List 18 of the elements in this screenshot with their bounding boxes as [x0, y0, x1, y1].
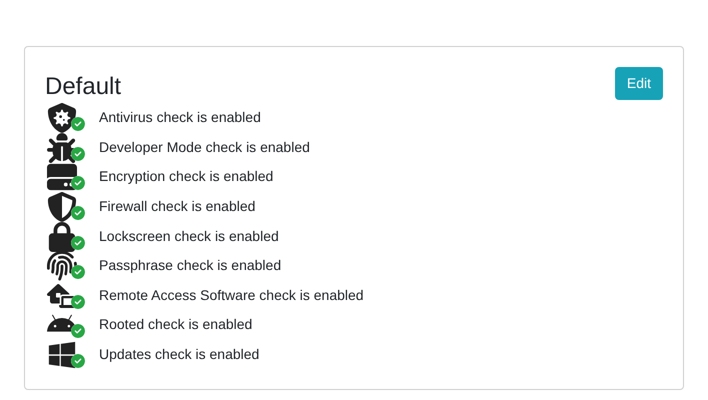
check-label: Antivirus check is enabled: [99, 108, 261, 128]
hard-drive-icon: [47, 162, 77, 192]
check-label: Lockscreen check is enabled: [99, 226, 279, 246]
lock-icon: [47, 222, 77, 252]
check-label: Firewall check is enabled: [99, 197, 256, 216]
edit-button[interactable]: Edit: [614, 67, 663, 100]
bug-icon: [47, 132, 77, 163]
fingerprint-icon: [47, 251, 77, 282]
check-label: Encryption check is enabled: [99, 167, 274, 186]
check-label: Developer Mode check is enabled: [99, 138, 310, 157]
windows-icon: [47, 340, 77, 370]
check-label: Remote Access Software check is enabled: [99, 286, 364, 305]
shield-icon: [47, 192, 77, 222]
check-label: Passphrase check is enabled: [99, 256, 282, 276]
check-label: Updates check is enabled: [99, 345, 260, 364]
card-title: Default: [45, 72, 122, 102]
shield-virus-icon: [47, 103, 77, 134]
check-label: Rooted check is enabled: [99, 315, 252, 334]
